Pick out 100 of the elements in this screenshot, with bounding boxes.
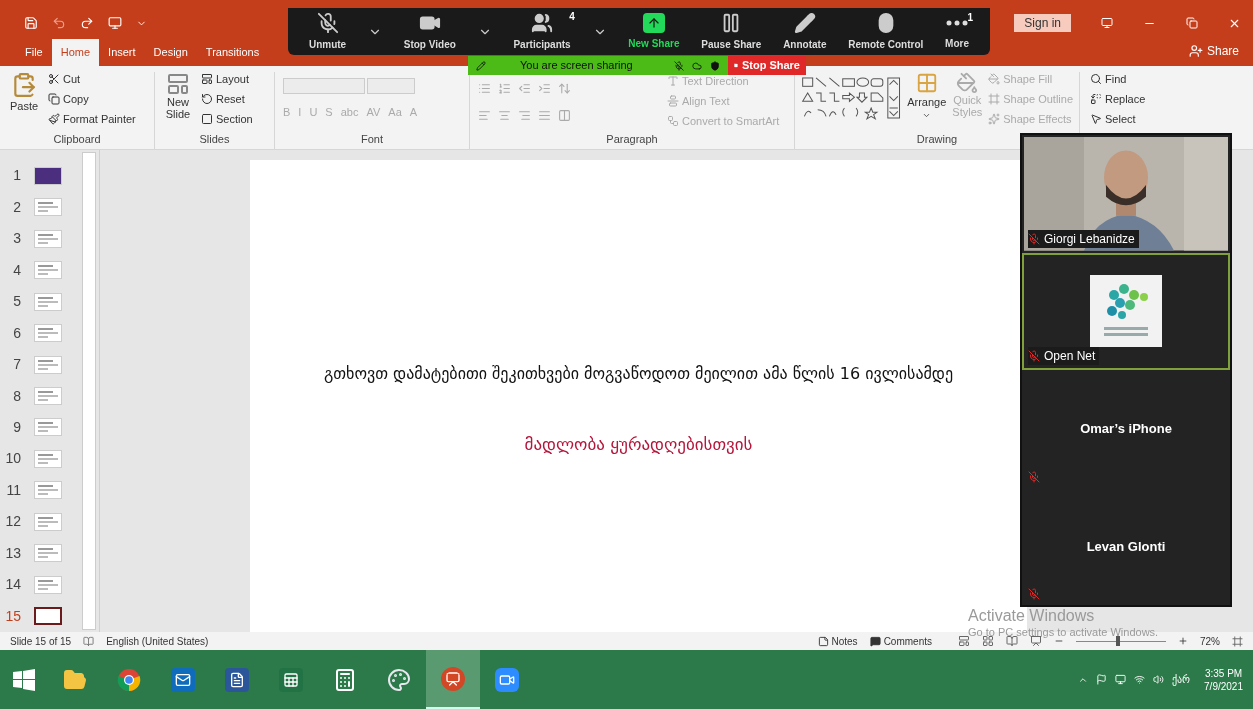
alignment-icon[interactable] [498,109,511,122]
undo-icon[interactable] [52,16,66,30]
layout-icon [201,73,213,85]
meeting-button[interactable]: Remote Control [848,11,924,52]
volume-icon[interactable] [1152,674,1164,685]
paragraph-format-icon[interactable] [558,82,571,95]
shield-icon[interactable] [710,60,720,71]
taskbar-app[interactable] [426,650,480,709]
monitor-icon[interactable] [1114,674,1126,685]
copy-icon [48,93,60,105]
calculator-icon [333,667,357,692]
folder-icon [63,667,87,692]
ribbon-tab[interactable]: File [16,39,52,66]
signal-icon[interactable] [1133,674,1145,685]
clipboard-icon [11,72,37,98]
slideshow-icon[interactable] [108,16,122,30]
cloud-icon[interactable] [692,60,702,71]
slide-thumbnail[interactable] [34,607,62,626]
alignment-icon[interactable] [538,109,551,122]
slide-number: 2 [12,197,22,217]
font-size-field[interactable] [367,78,415,94]
notes-icon [817,635,829,647]
ribbon-command[interactable]: Select [1090,112,1170,126]
meeting-button[interactable]: Unmute [308,11,347,52]
pin-icon[interactable] [476,60,486,71]
ribbon-command[interactable]: Section [201,112,253,126]
meeting-button[interactable]: Annotate [783,11,827,52]
video-app-icon [495,667,519,692]
keyboard-language[interactable]: ქარ [1171,672,1191,687]
ribbon-display-icon[interactable] [1101,17,1113,29]
group-label: Paragraph [606,134,658,145]
activation-hint: Go to PC settings to activate Windows. [968,627,1159,638]
new-slide-button[interactable]: New Slide [161,72,195,134]
flag-icon[interactable] [1095,674,1107,685]
ribbon-tab[interactable]: Insert [99,39,145,66]
notes-button[interactable]: Notes [817,633,858,649]
slide-number: 15 [4,606,22,626]
ribbon-command[interactable]: Cut [48,72,136,86]
ribbon-command[interactable]: Format Painter [48,112,136,126]
stop-icon [734,62,738,69]
paragraph-format-icon[interactable] [538,82,551,95]
ribbon-command[interactable]: Copy [48,92,136,106]
group-label: Clipboard [53,134,101,145]
paste-button[interactable]: Paste [8,72,40,134]
alignment-icon[interactable] [518,109,531,122]
slide-number: 10 [4,449,22,469]
ribbon-command[interactable]: Replace [1090,92,1170,106]
muted-microphone-icon [1028,232,1040,245]
pencil-icon [793,11,816,34]
save-icon[interactable] [24,16,38,30]
paragraph-format-icon[interactable] [478,82,491,95]
sorter-view-icon[interactable] [982,635,994,647]
ribbon-command[interactable]: Reset [201,92,253,106]
stop-share-button[interactable]: Stop Share [728,56,806,75]
redo-icon[interactable] [80,16,94,30]
alignment-icon[interactable] [558,109,571,122]
zoom-slider-thumb[interactable] [1116,635,1121,646]
arrange-button[interactable]: Arrange [907,72,947,134]
replace-icon [1090,93,1102,105]
fit-slide-icon[interactable] [1232,635,1243,647]
normal-view-icon[interactable] [958,635,970,647]
slide-number: 4 [12,260,22,280]
slide-number: 12 [4,512,22,532]
section-icon [201,113,213,125]
sign-in-button[interactable]: Sign in [1014,14,1071,32]
muted-microphone-icon[interactable] [674,60,684,71]
group-label: Font [361,134,383,145]
language-label: English (United States) [106,634,209,649]
font-name-field[interactable] [283,78,365,94]
alignment-icon[interactable] [478,109,491,122]
count-label: 4 [569,9,575,24]
slide-number: 5 [12,292,22,312]
paragraph-format-icon[interactable] [498,82,511,95]
slide-number: 1 [12,166,22,186]
ribbon-command[interactable]: Layout [201,72,253,86]
muted-microphone-icon [316,11,339,34]
slide-number: 11 [5,480,22,500]
comment-icon [869,635,881,647]
scissors-icon [48,73,60,85]
count-label: 1 [967,10,973,25]
reading-view-icon[interactable] [1006,635,1018,647]
pointer-icon [1090,113,1102,125]
meeting-button[interactable]: New Share [628,12,680,51]
sharing-message: You are screen sharing [520,58,633,74]
ribbon-command[interactable]: Find [1090,72,1170,86]
browser-icon [117,667,141,692]
ribbon-tab[interactable]: Transitions [196,39,269,66]
ribbon-tab[interactable]: Design [144,39,197,66]
restore-icon[interactable] [1186,17,1198,29]
activation-title: Activate Windows [968,608,1096,624]
ribbon-tab[interactable]: Home [51,39,100,66]
participant-name: Levan Glonti [1086,537,1166,556]
start-icon[interactable] [13,668,35,691]
share-button[interactable]: Share [1188,42,1253,66]
paragraph-format-icon[interactable] [518,82,531,95]
zoom-in-icon[interactable] [1178,636,1188,646]
meeting-button[interactable]: Pause Share [701,11,762,52]
slide-number: 9 [12,418,22,437]
comments-button[interactable]: Comments [869,633,932,649]
meeting-button[interactable]: Stop Video [403,11,456,52]
